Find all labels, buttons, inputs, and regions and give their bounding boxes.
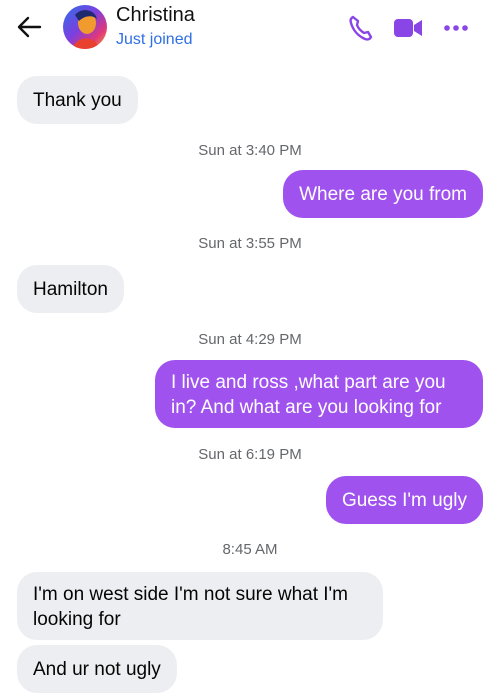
message-incoming[interactable]: I'm on west side I'm not sure what I'm l…	[17, 572, 383, 640]
timestamp: Sun at 3:40 PM	[198, 142, 302, 159]
contact-status: Just joined	[116, 31, 193, 48]
message-incoming[interactable]: Thank you	[17, 76, 138, 124]
back-arrow-icon[interactable]	[16, 14, 42, 40]
timestamp: Sun at 6:19 PM	[198, 446, 302, 463]
phone-icon[interactable]	[348, 14, 374, 42]
timestamp: 8:45 AM	[222, 541, 278, 558]
message-incoming[interactable]: Hamilton	[17, 265, 124, 313]
message-outgoing[interactable]: Guess I'm ugly	[325, 476, 483, 524]
avatar[interactable]	[63, 5, 107, 49]
video-camera-icon[interactable]	[393, 14, 423, 42]
avatar-image	[63, 5, 107, 49]
contact-name[interactable]: Christina	[116, 4, 195, 27]
more-options-icon[interactable]	[443, 14, 469, 42]
message-incoming[interactable]: And ur not ugly	[17, 645, 177, 693]
timestamp: Sun at 3:55 PM	[198, 235, 302, 252]
timestamp: Sun at 4:29 PM	[198, 331, 302, 348]
message-outgoing[interactable]: Where are you from	[283, 170, 483, 218]
chat-header: Christina Just joined	[0, 0, 500, 66]
message-outgoing[interactable]: I live and ross ,what part are you in? A…	[155, 360, 483, 428]
